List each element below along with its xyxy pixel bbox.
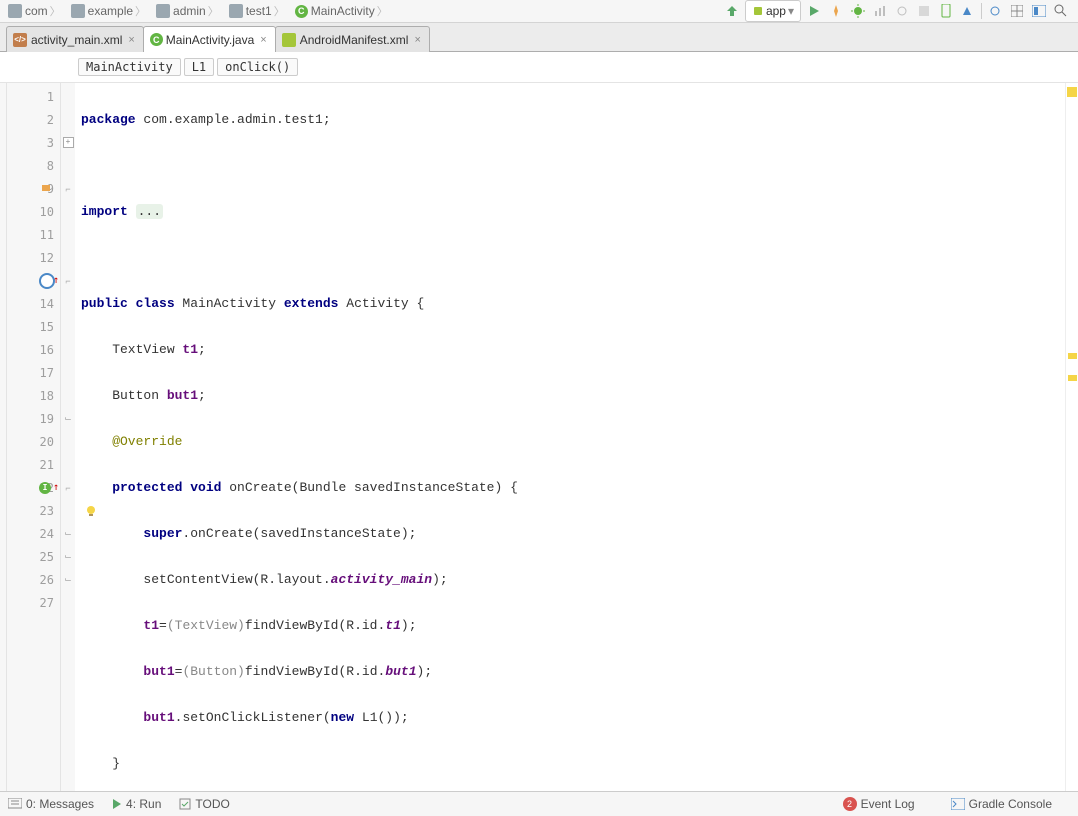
folder-icon	[8, 4, 22, 18]
fold-end-icon[interactable]: ⌙	[64, 528, 72, 539]
crumb-method[interactable]: onClick()	[217, 58, 298, 76]
run-tool[interactable]: 4: Run	[112, 797, 161, 811]
code-area[interactable]: package com.example.admin.test1; import …	[75, 83, 1065, 791]
warning-marker[interactable]	[1068, 375, 1077, 381]
close-icon[interactable]: ×	[414, 34, 420, 46]
make-project-icon[interactable]	[723, 2, 741, 20]
breadcrumb-item[interactable]: example〉	[67, 1, 152, 21]
fold-end-icon[interactable]: ⌙	[64, 413, 72, 424]
class-icon: C	[295, 5, 308, 18]
breadcrumb: com〉 example〉 admin〉 test1〉 CMainActivit…	[4, 1, 723, 21]
nav-gutter-icon[interactable]	[40, 183, 52, 195]
stop-icon[interactable]	[915, 2, 933, 20]
event-log-tool[interactable]: 2Event Log	[843, 797, 915, 811]
folder-icon	[71, 4, 85, 18]
notification-badge: 2	[843, 797, 857, 811]
override-up-arrow-icon: ↑	[53, 482, 59, 493]
tab-android-manifest[interactable]: AndroidManifest.xml×	[275, 26, 430, 52]
attach-debugger-icon[interactable]	[893, 2, 911, 20]
override-up-arrow-icon: ↑	[53, 275, 59, 286]
search-icon[interactable]	[1052, 2, 1070, 20]
breadcrumb-item[interactable]: admin〉	[152, 1, 225, 21]
breadcrumb-item[interactable]: CMainActivity〉	[291, 1, 394, 21]
tab-activity-main[interactable]: </>activity_main.xml×	[6, 26, 144, 52]
structure-icon[interactable]	[1008, 2, 1026, 20]
gradle-console-tool[interactable]: Gradle Console	[951, 797, 1052, 811]
editor-tabs: </>activity_main.xml× CMainActivity.java…	[0, 23, 1078, 52]
sdk-manager-icon[interactable]	[959, 2, 977, 20]
warning-marker[interactable]	[1068, 353, 1077, 359]
fold-start-icon[interactable]: ⌐	[65, 276, 70, 286]
manifest-icon	[282, 33, 296, 47]
toolbar: app▾	[723, 0, 1074, 22]
error-stripe[interactable]	[1065, 83, 1078, 791]
fold-end-icon[interactable]: ⌙	[64, 574, 72, 585]
navigation-bar: com〉 example〉 admin〉 test1〉 CMainActivit…	[0, 0, 1078, 23]
code-breadcrumb: MainActivity L1 onClick()	[0, 52, 1078, 83]
ide-window: com〉 example〉 admin〉 test1〉 CMainActivit…	[0, 0, 1078, 816]
status-bar: 0: Messages 4: Run TODO 2Event Log Gradl…	[0, 791, 1078, 816]
left-stripe	[0, 83, 7, 791]
layout-xml-icon: </>	[13, 33, 27, 47]
layout-icon[interactable]	[1030, 2, 1048, 20]
run-icon[interactable]	[805, 2, 823, 20]
fold-gutter[interactable]: + ⌐ ⌐ ⌙ ⌐ ⌙ ⌙ ⌙	[61, 83, 75, 791]
line-gutter[interactable]: 1 2 3 8 9 10 11 12 13↑ 14 15 16 17 18 19…	[7, 83, 61, 791]
crumb-inner[interactable]: L1	[184, 58, 214, 76]
editor: 1 2 3 8 9 10 11 12 13↑ 14 15 16 17 18 19…	[0, 83, 1078, 791]
folder-icon	[156, 4, 170, 18]
fold-start-icon[interactable]: ⌐	[65, 184, 70, 194]
fold-expand-icon[interactable]: +	[63, 137, 74, 148]
analysis-status-icon[interactable]	[1067, 87, 1077, 97]
crumb-class[interactable]: MainActivity	[78, 58, 181, 76]
sync-icon[interactable]	[986, 2, 1004, 20]
breadcrumb-item[interactable]: test1〉	[225, 1, 291, 21]
close-icon[interactable]: ×	[260, 34, 266, 46]
folder-icon	[229, 4, 243, 18]
fold-start-icon[interactable]: ⌐	[65, 483, 70, 493]
profiler-icon[interactable]	[871, 2, 889, 20]
breadcrumb-item[interactable]: com〉	[4, 1, 67, 21]
apply-changes-icon[interactable]	[827, 2, 845, 20]
avd-manager-icon[interactable]	[937, 2, 955, 20]
messages-tool[interactable]: 0: Messages	[8, 797, 94, 811]
debug-icon[interactable]	[849, 2, 867, 20]
run-config-selector[interactable]: app▾	[745, 0, 801, 22]
close-icon[interactable]: ×	[128, 34, 134, 46]
intention-bulb-icon[interactable]	[85, 505, 97, 517]
class-icon: C	[150, 33, 163, 46]
tab-main-activity[interactable]: CMainActivity.java×	[143, 26, 276, 52]
implement-icon[interactable]: I	[39, 482, 51, 494]
fold-end-icon[interactable]: ⌙	[64, 551, 72, 562]
todo-tool[interactable]: TODO	[179, 797, 229, 811]
